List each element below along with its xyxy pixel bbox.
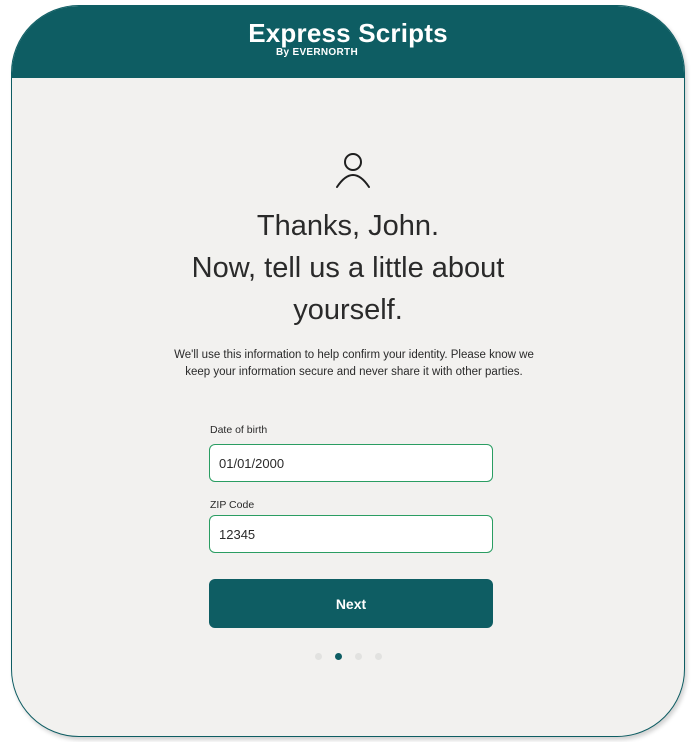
page-heading: Thanks, John. Now, tell us a little abou…: [12, 205, 684, 331]
heading-line-3: yourself.: [293, 294, 403, 326]
dob-input[interactable]: [209, 444, 493, 482]
user-icon: [336, 153, 370, 188]
step-dot-1: [315, 653, 322, 660]
zip-input[interactable]: [209, 515, 493, 553]
brand-logo-title: Express Scripts: [248, 18, 448, 48]
step-indicator: [315, 653, 382, 660]
step-dot-4: [375, 653, 382, 660]
heading-line-2: Now, tell us a little about: [191, 252, 505, 284]
next-button[interactable]: Next: [209, 579, 493, 628]
dob-label: Date of birth: [210, 424, 268, 436]
zip-label: ZIP Code: [210, 499, 255, 511]
brand-logo-subtitle: By EVERNORTH: [276, 47, 358, 58]
info-text: We'll use this information to help confi…: [174, 349, 534, 378]
step-dot-2: [335, 653, 342, 660]
step-dot-3: [355, 653, 362, 660]
app-frame: Express Scripts By EVERNORTH Thanks, Joh…: [11, 5, 685, 737]
header-bar: Express Scripts By EVERNORTH: [12, 6, 684, 78]
heading-line-1: Thanks, John.: [256, 210, 440, 242]
